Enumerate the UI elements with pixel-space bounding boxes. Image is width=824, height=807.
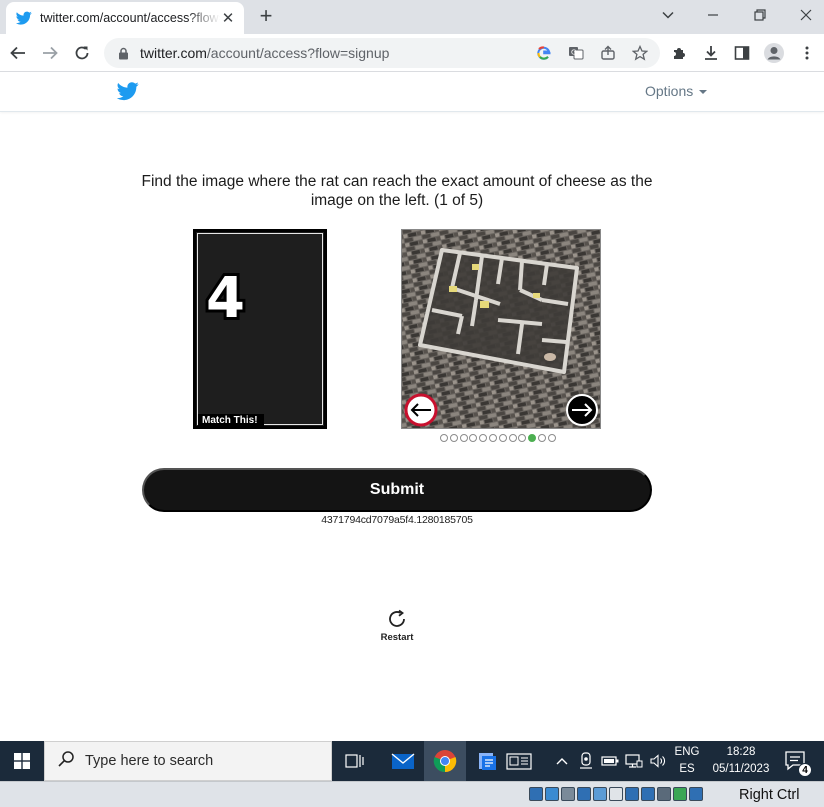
minimize-icon[interactable] — [690, 0, 736, 30]
display-icon[interactable] — [625, 787, 639, 801]
match-reference-image: 4 Match This! — [193, 229, 327, 429]
maze-prev-button[interactable] — [404, 393, 438, 427]
maze-next-button[interactable] — [566, 394, 598, 426]
restart-button[interactable]: Restart — [376, 608, 418, 643]
session-id: 4371794cd7079a5f4.1280185705 — [321, 514, 473, 526]
twitter-favicon-icon — [16, 10, 32, 26]
tray-device-icon[interactable] — [576, 751, 596, 771]
bookmark-star-icon[interactable] — [630, 43, 650, 63]
reload-icon[interactable] — [70, 41, 94, 65]
recording-icon[interactable] — [641, 787, 655, 801]
browser-menu-icon[interactable] — [796, 42, 818, 64]
news-app-icon[interactable] — [498, 741, 540, 781]
usb-icon[interactable] — [593, 787, 607, 801]
pagination-dot[interactable] — [479, 434, 488, 442]
taskbar-search-placeholder: Type here to search — [85, 753, 214, 769]
pagination-dot[interactable] — [459, 434, 468, 442]
share-icon[interactable] — [598, 43, 618, 63]
options-label: Options — [645, 83, 694, 99]
twitter-header: Options — [0, 72, 824, 112]
notification-center-icon[interactable]: 4 — [784, 749, 812, 777]
clock-time: 18:28 — [726, 746, 756, 758]
maze-scene — [402, 230, 600, 428]
tray-chevron-up-icon[interactable] — [552, 751, 572, 771]
taskbar-search-box[interactable]: Type here to search — [44, 741, 332, 781]
profile-avatar-icon[interactable] — [763, 42, 785, 64]
caret-down-icon — [699, 89, 708, 94]
host-key-label: Right Ctrl — [739, 787, 800, 803]
maze-image — [401, 229, 601, 429]
new-tab-icon[interactable]: + — [256, 5, 276, 27]
tab-search-chevron-icon[interactable] — [656, 4, 680, 26]
notification-count-badge: 4 — [798, 763, 812, 777]
windows-taskbar: Type here to search ENG ES 18:28 05/11/2… — [0, 741, 824, 781]
twitter-logo-icon[interactable] — [116, 80, 139, 102]
extensions-puzzle-icon[interactable] — [668, 42, 690, 64]
network-adapter-icon[interactable] — [577, 787, 591, 801]
shared-folder-icon[interactable] — [609, 787, 623, 801]
forward-arrow-icon[interactable] — [38, 41, 62, 65]
svg-text:G: G — [571, 49, 576, 57]
pagination-dot[interactable] — [469, 434, 478, 442]
pagination-dot[interactable] — [518, 434, 527, 442]
volume-icon[interactable] — [648, 751, 668, 771]
mouse-integration-icon[interactable] — [673, 787, 687, 801]
side-panel-icon[interactable] — [731, 42, 753, 64]
virtualbox-status-bar: Right Ctrl — [0, 781, 824, 807]
tab-close-icon[interactable]: ✕ — [220, 10, 236, 27]
browser-toolbar: twitter.com/account/access?flow=signup G — [0, 34, 824, 72]
submit-button[interactable]: Submit — [142, 468, 652, 512]
clock-date: 05/11/2023 — [712, 763, 770, 775]
pagination-dot[interactable] — [528, 434, 537, 442]
pagination-dot[interactable] — [498, 434, 507, 442]
browser-tab-strip: twitter.com/account/access?flow=signup ✕… — [0, 0, 824, 34]
image-pagination-dots — [440, 434, 556, 442]
match-digit: 4 — [203, 263, 248, 334]
virtualbox-device-icons — [529, 787, 703, 801]
lang-primary: ENG — [674, 746, 700, 758]
pagination-dot[interactable] — [508, 434, 517, 442]
url-path: /account/access?flow=signup — [206, 45, 390, 61]
lock-icon[interactable] — [116, 46, 130, 60]
restore-icon[interactable] — [737, 0, 783, 30]
battery-icon[interactable] — [600, 751, 620, 771]
close-window-icon[interactable] — [783, 0, 824, 30]
cpu-icon[interactable] — [657, 787, 671, 801]
captcha-prompt: Find the image where the rat can reach t… — [141, 173, 653, 209]
back-arrow-icon[interactable] — [6, 41, 30, 65]
pagination-dot[interactable] — [537, 434, 546, 442]
download-icon[interactable] — [700, 42, 722, 64]
pagination-dot[interactable] — [488, 434, 497, 442]
translate-icon[interactable]: G — [566, 43, 586, 63]
audio-icon[interactable] — [561, 787, 575, 801]
match-label: Match This! — [198, 414, 264, 426]
mail-app-icon[interactable] — [382, 741, 424, 781]
restart-icon — [386, 608, 408, 630]
lang-layout: ES — [679, 763, 695, 775]
input-language-indicator[interactable]: ENG ES — [672, 744, 702, 778]
google-lens-icon[interactable] — [534, 43, 554, 63]
options-menu[interactable]: Options — [645, 83, 708, 99]
tab-title: twitter.com/account/access?flow=signup — [40, 11, 220, 25]
search-icon — [57, 750, 75, 773]
network-icon[interactable] — [624, 751, 644, 771]
browser-tab[interactable]: twitter.com/account/access?flow=signup ✕ — [6, 2, 244, 34]
hard-disk-icon[interactable] — [529, 787, 543, 801]
task-view-icon[interactable] — [334, 741, 376, 781]
pagination-dot[interactable] — [547, 434, 556, 442]
chrome-app-icon[interactable] — [424, 741, 466, 781]
pagination-dot[interactable] — [440, 434, 448, 442]
pagination-dot[interactable] — [449, 434, 458, 442]
optical-drive-icon[interactable] — [545, 787, 559, 801]
host-key-arrow-icon[interactable] — [689, 787, 703, 801]
windows-start-icon[interactable] — [0, 741, 44, 781]
address-bar[interactable]: twitter.com/account/access?flow=signup G — [104, 38, 660, 68]
taskbar-clock[interactable]: 18:28 05/11/2023 — [706, 744, 776, 778]
url-host: twitter.com — [140, 45, 207, 61]
restart-label: Restart — [380, 632, 414, 643]
